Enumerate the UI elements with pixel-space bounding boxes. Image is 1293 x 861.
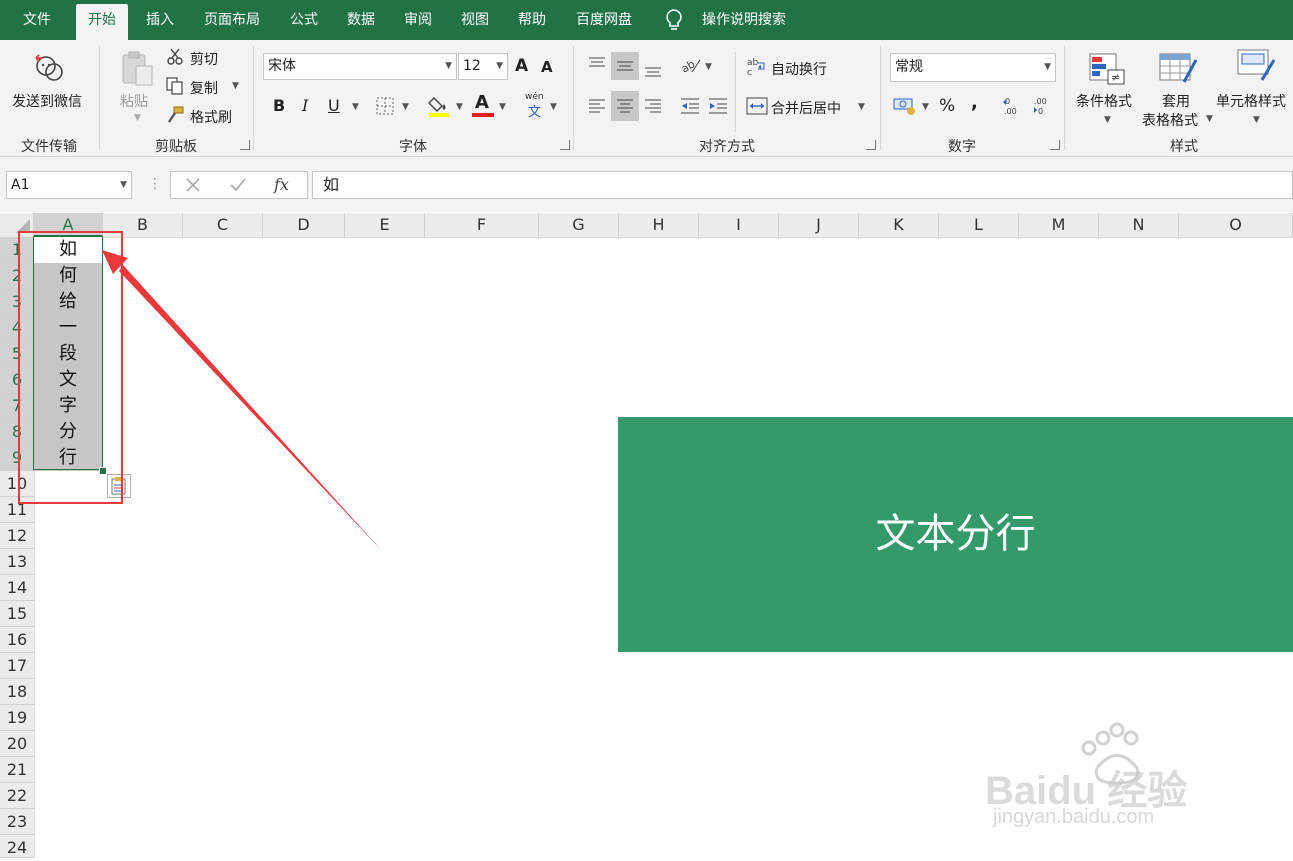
baidu-jingyan-watermark: Baidu 经验 jingyan.baidu.com bbox=[985, 718, 1285, 838]
watermark-url: jingyan.baidu.com bbox=[993, 806, 1155, 828]
